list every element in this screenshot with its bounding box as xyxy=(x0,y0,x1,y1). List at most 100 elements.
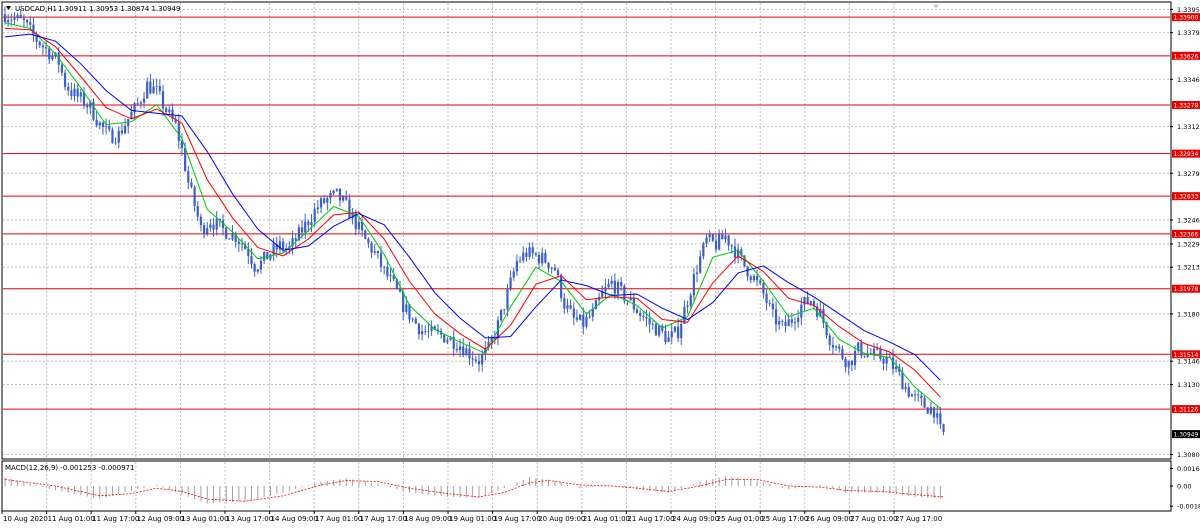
candle-body xyxy=(253,264,256,272)
candle-body xyxy=(139,102,142,104)
candle-body xyxy=(547,262,550,269)
candle-body xyxy=(405,304,408,312)
candle-body xyxy=(386,266,389,277)
candle-body xyxy=(294,238,297,241)
candle-body xyxy=(860,342,863,356)
candle-body xyxy=(225,227,228,239)
candle-body xyxy=(800,304,803,318)
candle-body xyxy=(373,251,376,253)
candle-body xyxy=(300,227,304,233)
candle-body xyxy=(572,308,575,318)
candle-body xyxy=(762,283,765,294)
candle-body xyxy=(427,330,430,332)
candle-body xyxy=(563,298,566,309)
candle-body xyxy=(714,240,718,250)
candle-body xyxy=(920,395,923,399)
candle-body xyxy=(256,269,259,272)
candle-body xyxy=(240,243,244,245)
candle-body xyxy=(623,285,626,301)
time-tick-label: 21 Aug 17:00 xyxy=(627,515,674,523)
ohlc-values: 1.30911 1.30953 1.30874 1.30949 xyxy=(58,5,180,13)
candle-body xyxy=(699,256,702,273)
candle-body xyxy=(784,321,787,327)
time-tick-label: 19 Aug 01:00 xyxy=(449,515,496,523)
candle-body xyxy=(187,170,190,183)
symbol-label: USDCAD,H1 xyxy=(15,5,57,13)
candle-body xyxy=(29,22,32,25)
candle-body xyxy=(759,280,762,284)
candle-body xyxy=(667,337,670,343)
candle-body xyxy=(379,252,383,267)
candle-body xyxy=(654,323,658,336)
candle-body xyxy=(364,230,367,239)
candle-body xyxy=(177,122,180,141)
candle-body xyxy=(98,122,101,126)
candle-body xyxy=(926,407,929,414)
level-badge-label: 1.31514 xyxy=(1174,352,1199,359)
candle-body xyxy=(610,280,613,284)
candle-body xyxy=(885,356,888,364)
candle-body xyxy=(114,142,117,144)
candle-body xyxy=(560,275,563,299)
candle-body xyxy=(774,309,778,325)
candle-body xyxy=(711,234,714,241)
candle-body xyxy=(342,196,345,201)
level-badge-label: 1.32934 xyxy=(1174,151,1199,158)
time-tick-label: 14 Aug 09:00 xyxy=(271,515,318,523)
candle-body xyxy=(512,271,515,278)
candle-body xyxy=(613,280,616,294)
candle-body xyxy=(16,15,19,18)
candle-body xyxy=(718,234,721,250)
price-tick-label: 1.33460 xyxy=(1177,76,1200,84)
candle-body xyxy=(376,251,379,253)
candle-body xyxy=(250,255,253,265)
candle-body xyxy=(771,303,774,310)
candle-body xyxy=(367,238,370,243)
candle-body xyxy=(360,222,364,231)
candle-body xyxy=(269,254,272,260)
level-badge-label: 1.33900 xyxy=(1174,15,1199,22)
candle-body xyxy=(537,254,541,264)
candle-body xyxy=(932,407,936,418)
candle-body xyxy=(778,320,781,325)
candle-body xyxy=(105,126,108,127)
candle-body xyxy=(670,331,673,338)
candle-body xyxy=(22,18,26,20)
time-tick-label: 12 Aug 09:00 xyxy=(137,515,184,523)
candle-body xyxy=(942,424,945,433)
candle-body xyxy=(500,309,503,321)
candle-body xyxy=(594,300,598,310)
time-tick-label: 11 Aug 01:00 xyxy=(48,515,95,523)
candle-body xyxy=(123,126,127,134)
candle-body xyxy=(237,241,240,244)
candle-body xyxy=(462,346,465,356)
candle-body xyxy=(477,360,481,365)
time-tick-label: 17 Aug 01:00 xyxy=(315,515,362,523)
level-badge-label: 1.33626 xyxy=(1174,53,1199,60)
candle-body xyxy=(730,245,733,247)
price-tick-label: 1.31800 xyxy=(1177,310,1200,318)
candle-body xyxy=(202,225,206,234)
candle-body xyxy=(844,358,847,368)
candle-body xyxy=(155,86,158,87)
candle-body xyxy=(895,366,898,370)
time-tick-label: 24 Aug 09:00 xyxy=(672,515,719,523)
candle-body xyxy=(929,407,932,414)
candle-body xyxy=(575,317,579,320)
candle-body xyxy=(383,266,386,268)
chart-canvas[interactable]: USDCAD,H1 1.30911 1.30953 1.30874 1.3094… xyxy=(0,0,1200,525)
candle-body xyxy=(790,319,793,323)
candle-body xyxy=(936,413,939,418)
candle-body xyxy=(338,188,342,201)
time-tick-label: 26 Aug 09:00 xyxy=(806,515,853,523)
candle-body xyxy=(474,359,477,361)
candle-body xyxy=(588,316,591,318)
candle-body xyxy=(658,325,661,336)
price-tick-label: 1.32130 xyxy=(1177,264,1200,272)
candle-body xyxy=(686,305,689,307)
current-price-label: 1.30949 xyxy=(1174,432,1199,439)
candle-body xyxy=(579,314,582,320)
level-badge-label: 1.33278 xyxy=(1174,103,1199,110)
time-tick-label: 20 Aug 09:00 xyxy=(538,515,585,523)
time-tick-label: 13 Aug 17:00 xyxy=(226,515,273,523)
